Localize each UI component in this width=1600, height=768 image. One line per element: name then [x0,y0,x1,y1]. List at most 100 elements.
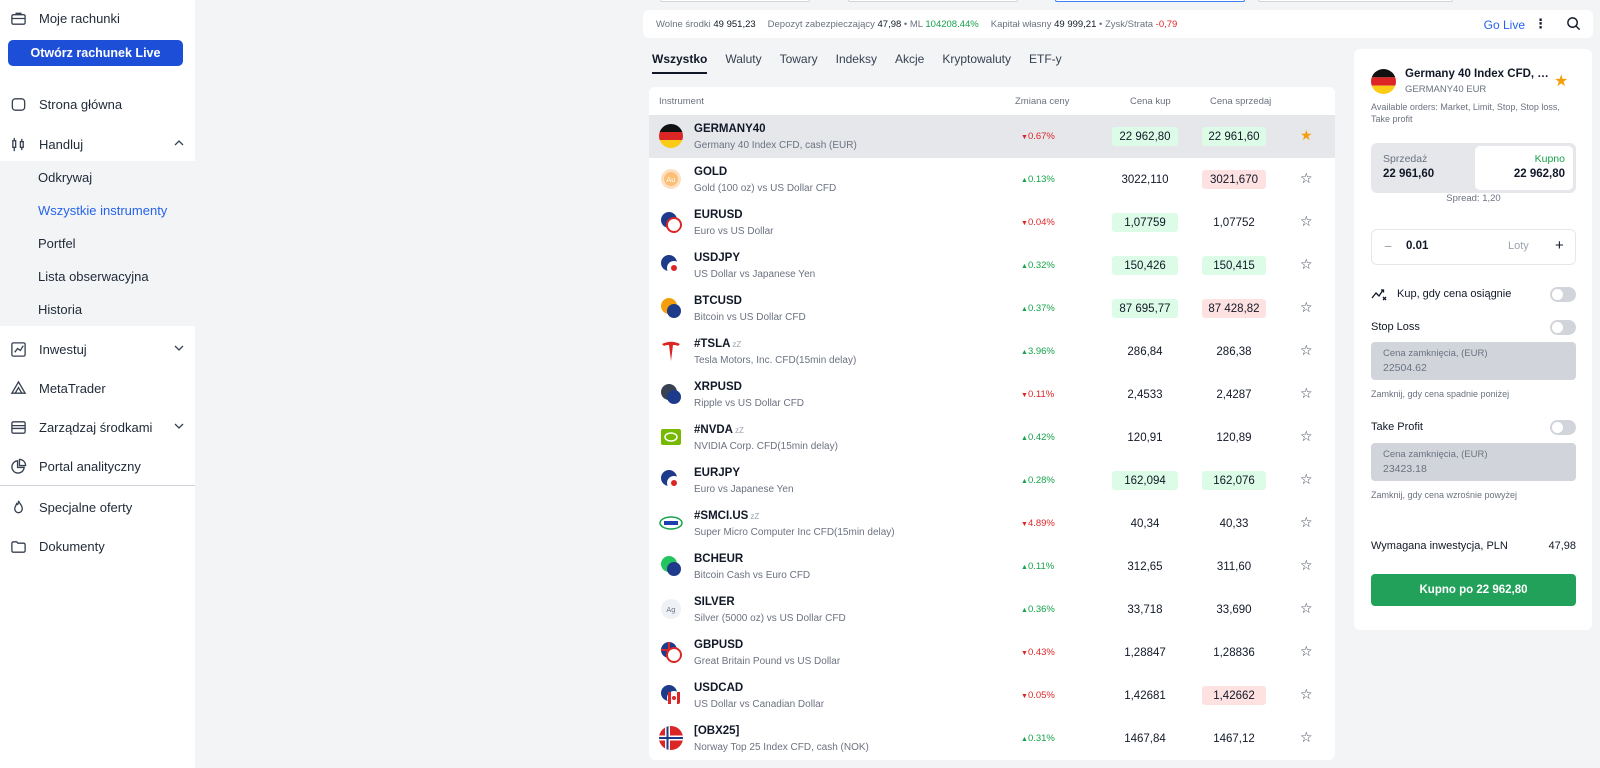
sidebar-item-analytics[interactable]: Portal analityczny [0,448,195,484]
favorite-star-icon[interactable]: ☆ [1300,428,1313,445]
favorite-star-icon[interactable]: ☆ [1300,643,1313,660]
table-row[interactable]: BCHEUR Bitcoin Cash vs Euro CFD ▲0.11% 312,… [649,545,1335,588]
buy-price[interactable]: 120,91 [1112,428,1178,447]
buy-price[interactable]: 1,07759 [1112,213,1178,232]
quantity-input[interactable]: 0.01 [1406,240,1428,252]
sell-price[interactable]: 1,07752 [1202,213,1266,232]
sidebar-item-documents[interactable]: Dokumenty [0,528,195,564]
favorite-star-icon[interactable]: ☆ [1300,299,1313,316]
sell-price[interactable]: 311,60 [1202,557,1266,576]
buy-side-button[interactable]: Kupno 22 962,80 [1475,146,1573,190]
take-profit-field[interactable]: Cena zamknięcia, (EUR) 23423.18 [1371,443,1576,481]
favorite-star-icon[interactable]: ★ [1300,127,1313,144]
table-row[interactable]: EURUSD Euro vs US Dollar ▼0.04% 1,07759 1,07… [649,201,1335,244]
table-row[interactable]: USDJPY US Dollar vs Japanese Yen ▲0.32% 150… [649,244,1335,287]
stop-loss-toggle[interactable] [1550,320,1576,335]
sidebar-item-home[interactable]: Strona główna [0,86,195,122]
sidebar-item-trade[interactable]: Handluj [0,126,195,162]
buy-button[interactable]: Kupno po 22 962,80 [1371,574,1576,606]
sell-side-button[interactable]: Sprzedaż 22 961,60 [1371,143,1473,193]
favorite-star-icon[interactable]: ☆ [1300,557,1313,574]
table-row[interactable]: Ag SILVER Silver (5000 oz) vs US Dollar CF… [649,588,1335,631]
buy-price[interactable]: 1,28847 [1112,643,1178,662]
favorite-star-icon[interactable]: ☆ [1300,385,1313,402]
sell-price[interactable]: 1,42662 [1202,686,1266,705]
table-row[interactable]: #TSLA zZ Tesla Motors, Inc. CFD(15min dela… [649,330,1335,373]
sidebar-item-funds[interactable]: Zarządzaj środkami [0,409,195,445]
sidebar-subitem-watchlist[interactable]: Lista obserwacyjna [0,260,195,293]
buy-price[interactable]: 286,84 [1112,342,1178,361]
tab-stocks[interactable]: Akcje [895,52,924,74]
table-row[interactable]: GBPUSD Great Britain Pound vs US Dollar ▼0… [649,631,1335,674]
sell-price[interactable]: 120,89 [1202,428,1266,447]
table-row[interactable]: USDCAD US Dollar vs Canadian Dollar ▼0.05%… [649,674,1335,717]
favorite-star-icon[interactable]: ☆ [1300,213,1313,230]
sidebar-subitem-all-instruments[interactable]: Wszystkie instrumenty [0,194,195,227]
sell-price[interactable]: 162,076 [1202,471,1266,490]
table-row[interactable]: GERMANY40 Germany 40 Index CFD, cash (EUR… [649,115,1335,158]
header-sell[interactable]: Cena sprzedaj [1210,96,1271,107]
header-buy[interactable]: Cena kup [1130,96,1171,107]
favorite-star-icon[interactable]: ☆ [1300,170,1313,187]
favorite-star-icon[interactable]: ☆ [1300,342,1313,359]
buy-price[interactable]: 87 695,77 [1112,299,1178,318]
sidebar-subitem-history[interactable]: Historia [0,293,195,326]
buy-price[interactable]: 2,4533 [1112,385,1178,404]
increase-quantity-button[interactable]: + [1555,237,1564,254]
favorite-star-icon[interactable]: ☆ [1300,514,1313,531]
take-profit-toggle[interactable] [1550,420,1576,435]
table-row[interactable]: [OBX25] Norway Top 25 Index CFD, cash (NO… [649,717,1335,760]
favorite-star-icon[interactable]: ☆ [1300,686,1313,703]
table-row[interactable]: EURJPY Euro vs Japanese Yen ▲0.28% 162,094 1… [649,459,1335,502]
decrease-quantity-button[interactable]: − [1384,238,1392,254]
table-row[interactable]: BTCUSD Bitcoin vs US Dollar CFD ▲0.37% 87 6… [649,287,1335,330]
sidebar-item-offers[interactable]: Specjalne oferty [0,489,195,525]
buy-price[interactable]: 33,718 [1112,600,1178,619]
favorite-star-icon[interactable]: ☆ [1300,256,1313,273]
buy-price[interactable]: 1,42681 [1112,686,1178,705]
sidebar-subitem-portfolio[interactable]: Portfel [0,227,195,260]
open-live-account-button[interactable]: Otwórz rachunek Live [8,40,183,66]
tab-indices[interactable]: Indeksy [836,52,877,74]
buy-when-toggle[interactable] [1550,287,1576,302]
sidebar-item-accounts[interactable]: Moje rachunki [0,0,195,36]
tab-all[interactable]: Wszystko [652,52,708,74]
sell-price[interactable]: 286,38 [1202,342,1266,361]
sell-price[interactable]: 40,33 [1202,514,1266,533]
sell-price[interactable]: 33,690 [1202,600,1266,619]
sidebar-subitem-discover[interactable]: Odkrywaj [0,161,195,194]
favorite-star-icon[interactable]: ☆ [1300,600,1313,617]
more-menu-icon[interactable]: ⋮ [1534,16,1547,32]
buy-price[interactable]: 1467,84 [1112,729,1178,748]
sidebar-item-metatrader[interactable]: MetaTrader [0,370,195,406]
header-change[interactable]: Zmiana ceny [1015,96,1069,107]
go-live-link[interactable]: Go Live [1484,18,1525,32]
sell-price[interactable]: 87 428,82 [1202,299,1266,318]
favorite-star-icon[interactable]: ☆ [1300,471,1313,488]
table-row[interactable]: #SMCI.US zZ Super Micro Computer Inc CFD(1… [649,502,1335,545]
search-icon[interactable] [1566,16,1581,31]
buy-price[interactable]: 162,094 [1112,471,1178,490]
table-row[interactable]: #NVDA zZ NVIDIA Corp. CFD(15min delay) ▲0.4… [649,416,1335,459]
table-row[interactable]: XRPUSD Ripple vs US Dollar CFD ▼0.11% 2,453… [649,373,1335,416]
buy-price[interactable]: 22 962,80 [1112,127,1178,146]
sell-price[interactable]: 1,28836 [1202,643,1266,662]
tab-crypto[interactable]: Kryptowaluty [942,52,1011,74]
sell-price[interactable]: 150,415 [1202,256,1266,275]
tab-commodities[interactable]: Towary [780,52,818,74]
sell-price[interactable]: 22 961,60 [1202,127,1266,146]
buy-price[interactable]: 40,34 [1112,514,1178,533]
sell-price[interactable]: 3021,670 [1202,170,1266,189]
header-instrument[interactable]: Instrument [659,96,704,107]
buy-price[interactable]: 150,426 [1112,256,1178,275]
tab-currencies[interactable]: Waluty [725,52,761,74]
sidebar-item-invest[interactable]: Inwestuj [0,331,195,367]
stop-loss-field[interactable]: Cena zamknięcia, (EUR) 22504.62 [1371,342,1576,380]
tab-etf[interactable]: ETF-y [1029,52,1062,74]
sell-price[interactable]: 1467,12 [1202,729,1266,748]
table-row[interactable]: Au GOLD Gold (100 oz) vs US Dollar CFD ▲0.1… [649,158,1335,201]
buy-price[interactable]: 3022,110 [1112,170,1178,189]
favorite-star-icon[interactable]: ☆ [1300,729,1313,746]
sell-price[interactable]: 2,4287 [1202,385,1266,404]
favorite-star-icon[interactable]: ★ [1554,71,1568,91]
